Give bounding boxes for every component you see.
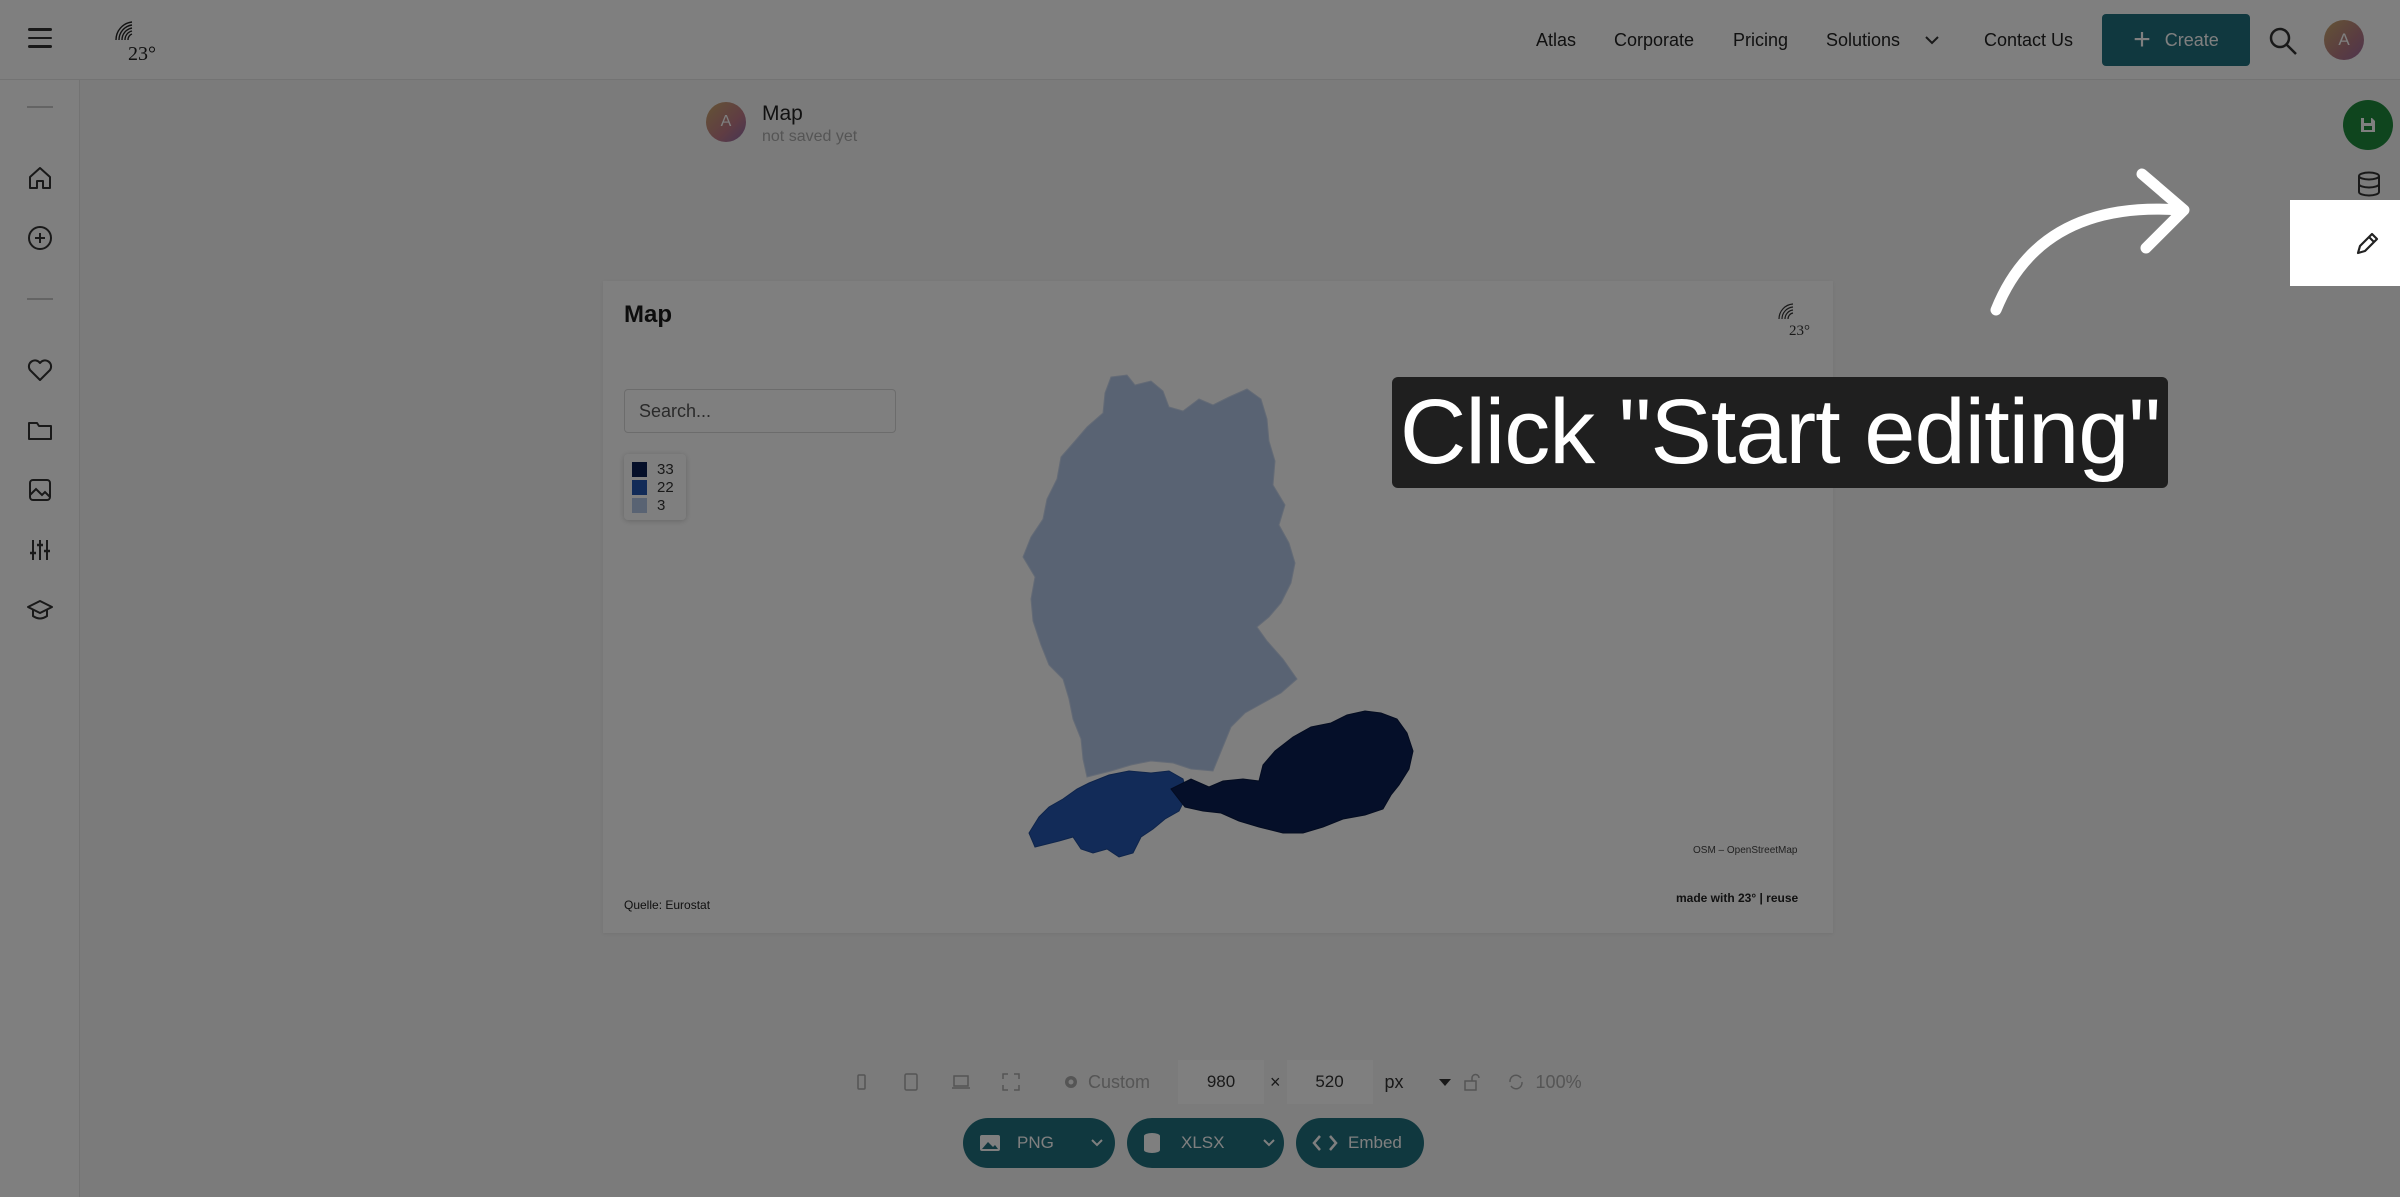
logo-text: 23° <box>128 43 156 64</box>
chevron-down-icon[interactable] <box>1090 1138 1104 1148</box>
fullscreen-icon[interactable] <box>1000 1071 1022 1093</box>
create-button[interactable]: + Create <box>2102 14 2250 66</box>
save-status: not saved yet <box>762 128 858 145</box>
times-sign: × <box>1270 1071 1281 1092</box>
data-source: Quelle: Eurostat <box>624 898 711 912</box>
tutorial-tooltip: Click "Start editing" <box>1392 377 2168 488</box>
sidebar <box>0 80 80 1197</box>
start-editing-button[interactable] <box>2345 222 2389 266</box>
legend-swatch <box>632 479 647 495</box>
sidebar-divider <box>27 298 53 300</box>
export-png-button[interactable]: PNG <box>963 1118 1115 1168</box>
search-icon[interactable] <box>2268 26 2298 56</box>
menu-icon[interactable] <box>28 28 52 50</box>
image-icon <box>980 1135 1000 1151</box>
made-with-link[interactable]: made with 23° | reuse <box>1676 891 1798 905</box>
logo-text: 23° <box>1789 323 1810 339</box>
floppy-icon <box>2361 118 2375 132</box>
laptop-icon[interactable] <box>950 1071 972 1093</box>
pointer-arrow <box>1990 168 2190 316</box>
nav-solutions[interactable]: Solutions <box>1826 0 1940 80</box>
chevron-down-icon <box>1925 36 1939 45</box>
zoom-level: 100% <box>1535 1071 1582 1092</box>
unlock-icon[interactable] <box>1462 1072 1482 1092</box>
map-search-input[interactable] <box>624 389 896 433</box>
legend-item: 33 <box>632 460 686 478</box>
add-circle-icon[interactable] <box>26 224 54 252</box>
map-attribution[interactable]: OSM – OpenStreetMap <box>1693 845 1798 856</box>
home-icon[interactable] <box>26 164 54 192</box>
size-toolbar: Custom × px 100% <box>850 1060 1582 1104</box>
logo: 23° <box>1778 303 1810 339</box>
height-input[interactable] <box>1286 1060 1373 1104</box>
save-button[interactable] <box>2343 100 2393 150</box>
chevron-down-icon[interactable] <box>1262 1138 1276 1148</box>
legend-item: 22 <box>632 478 686 496</box>
caret-down-icon[interactable] <box>1438 1077 1452 1087</box>
legend-swatch <box>632 461 647 477</box>
nav-atlas[interactable]: Atlas <box>1536 0 1576 80</box>
user-avatar[interactable]: A <box>2324 20 2364 60</box>
document-title[interactable]: Map <box>762 102 803 126</box>
gear-icon <box>1065 1076 1077 1088</box>
region-switzerland[interactable] <box>1028 770 1188 858</box>
author-avatar: A <box>706 102 746 142</box>
refresh-icon[interactable] <box>1506 1072 1526 1092</box>
code-icon <box>1312 1135 1338 1151</box>
width-input[interactable] <box>1178 1060 1265 1104</box>
sliders-icon[interactable] <box>26 536 54 564</box>
logo[interactable]: 23° <box>108 16 164 64</box>
map-legend: 33 22 3 <box>624 454 686 520</box>
embed-button[interactable]: Embed <box>1296 1118 1424 1168</box>
folder-icon[interactable] <box>26 416 54 444</box>
legend-item: 3 <box>632 496 686 514</box>
database-icon <box>1144 1133 1160 1153</box>
image-icon[interactable] <box>26 476 54 504</box>
export-xlsx-button[interactable]: XLSX <box>1127 1118 1284 1168</box>
nav-contact-us[interactable]: Contact Us <box>1984 0 2073 80</box>
top-bar: 23° Atlas Corporate Pricing Solutions Co… <box>0 0 2400 80</box>
nav-pricing[interactable]: Pricing <box>1733 0 1788 80</box>
unit-select[interactable]: px <box>1385 1072 1404 1093</box>
map-title: Map <box>624 301 672 328</box>
graduation-cap-icon[interactable] <box>26 596 54 624</box>
phone-icon[interactable] <box>850 1071 872 1093</box>
sidebar-divider <box>27 106 53 108</box>
tablet-icon[interactable] <box>900 1071 922 1093</box>
plus-icon: + <box>2133 23 2151 56</box>
region-germany[interactable] <box>1022 374 1298 778</box>
nav-corporate[interactable]: Corporate <box>1614 0 1694 80</box>
pencil-icon <box>2356 232 2379 255</box>
database-icon[interactable] <box>2355 170 2383 198</box>
legend-swatch <box>632 497 647 513</box>
heart-icon[interactable] <box>26 356 54 384</box>
size-preset[interactable]: Custom <box>1088 1072 1150 1093</box>
